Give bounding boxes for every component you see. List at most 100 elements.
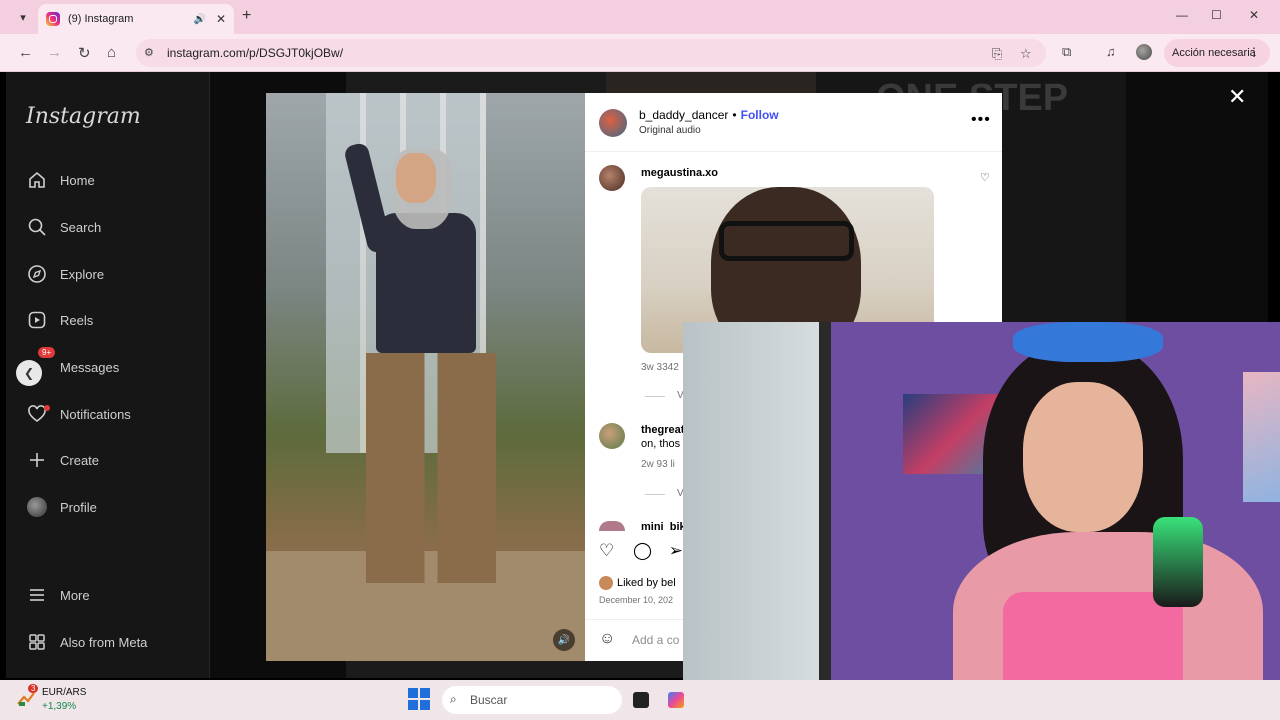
nav-more[interactable]: More [26, 581, 90, 609]
browser-tab[interactable]: (9) Instagram 🔊 ✕ [38, 4, 234, 34]
follow-button[interactable]: Follow [741, 108, 779, 122]
taskbar-search[interactable]: ⌕ Buscar [442, 686, 622, 714]
like-heart-icon[interactable]: ♡ [599, 541, 614, 560]
address-bar[interactable]: ⚙ instagram.com/p/DSGJT0kjOBw/ ⎘ ☆ [136, 39, 1046, 67]
share-send-icon[interactable]: ➢ [669, 541, 683, 560]
nav-label: Also from Meta [60, 634, 148, 650]
forward-icon[interactable]: → [47, 44, 62, 61]
post-actions: ♡ ◯ ➢ [599, 541, 683, 561]
post-video[interactable]: 🔊 [266, 93, 585, 661]
media-controls-icon[interactable]: ♫ [1106, 44, 1116, 59]
post-date: December 10, 202 [599, 595, 674, 605]
nav-explore[interactable]: Explore [26, 260, 104, 288]
screen: ▾ (9) Instagram 🔊 ✕ + — ☐ ✕ ← → ↻ ⌂ ⚙ in… [0, 0, 1280, 720]
bookmark-star-icon[interactable]: ☆ [1020, 46, 1032, 62]
nav-also-from-meta[interactable]: Also from Meta [26, 628, 147, 656]
nav-label: Reels [60, 312, 94, 328]
comment-avatar[interactable] [599, 165, 625, 191]
comment-avatar[interactable] [599, 521, 625, 531]
comment-avatar[interactable] [599, 423, 625, 449]
maximize-icon[interactable]: ☐ [1211, 8, 1222, 22]
add-comment-input[interactable]: Add a co [632, 633, 679, 647]
nav-profile[interactable]: Profile [26, 493, 97, 521]
site-info-icon[interactable]: ⚙ [144, 46, 154, 59]
view-replies-line [645, 494, 665, 495]
comment-username[interactable]: megaustina.xo [641, 167, 718, 179]
minimize-icon[interactable]: — [1176, 8, 1188, 22]
comment-meta: 2w 93 li [641, 459, 675, 470]
widget-badge: 3 [28, 684, 39, 693]
browser-profile-avatar[interactable] [1136, 44, 1152, 60]
windows-start-icon[interactable] [408, 688, 430, 710]
gif-glasses [719, 221, 854, 261]
url-text[interactable]: instagram.com/p/DSGJT0kjOBw/ [167, 46, 343, 60]
search-icon: ⌕ [450, 692, 457, 706]
webcam-overlay [683, 322, 1280, 720]
close-modal-icon[interactable]: ✕ [1228, 84, 1246, 110]
webcam-door [683, 322, 823, 720]
back-icon[interactable]: ← [18, 44, 33, 61]
nav-label: Create [60, 452, 100, 468]
new-tab-icon[interactable]: + [242, 7, 251, 25]
reload-icon[interactable]: ↻ [78, 44, 91, 62]
comment-username[interactable]: mini_bik [641, 521, 686, 531]
home-browser-icon[interactable]: ⌂ [107, 44, 116, 61]
webcam-poster [1243, 372, 1280, 502]
tab-audio-icon[interactable]: 🔊 [193, 14, 205, 25]
window-close-icon[interactable]: ✕ [1249, 8, 1259, 22]
comment-meta: 3w 3342 [641, 362, 679, 373]
browser-menu-icon[interactable]: ⋮ [1248, 45, 1260, 59]
nav-label: Messages [60, 359, 120, 375]
install-app-icon[interactable]: ⎘ [992, 46, 1002, 62]
webcam-hair-bow [1013, 322, 1163, 362]
author-username[interactable]: b_daddy_dancer [639, 108, 728, 122]
previous-post-chevron-left-icon[interactable]: ❮ [16, 360, 42, 386]
webcam-microphone [1153, 517, 1203, 607]
avatar-icon [26, 496, 48, 518]
comment-username[interactable]: thegreat [641, 424, 684, 436]
menu-icon [26, 584, 48, 606]
volume-icon[interactable]: 🔊 [553, 629, 575, 651]
nav-search[interactable]: Search [26, 213, 101, 241]
view-replies-line [645, 396, 665, 397]
tab-close-icon[interactable]: ✕ [216, 12, 226, 26]
emoji-icon[interactable]: ☺ [599, 630, 615, 648]
browser-toolbar: ← → ↻ ⌂ ⚙ instagram.com/p/DSGJT0kjOBw/ ⎘… [0, 34, 1280, 72]
extensions-icon[interactable]: ⧉ [1062, 44, 1071, 60]
copilot-icon[interactable] [668, 692, 684, 708]
liked-by-text[interactable]: Liked by bel [617, 577, 676, 589]
instagram-logo[interactable]: Instagram [26, 104, 141, 129]
plus-icon [26, 449, 48, 471]
home-icon [26, 169, 48, 191]
figure-legs [366, 353, 496, 583]
nav-label: More [60, 587, 90, 603]
ticker-name[interactable]: EUR/ARS [42, 687, 86, 698]
nav-label: Search [60, 219, 102, 235]
task-view-icon[interactable] [633, 692, 649, 708]
author-avatar[interactable] [599, 109, 627, 137]
nav-notifications[interactable]: Notifications [26, 400, 131, 428]
nav-create[interactable]: Create [26, 446, 99, 474]
header-divider [585, 151, 1002, 152]
nav-reels[interactable]: Reels [26, 306, 93, 334]
webcam-person-face [1023, 382, 1143, 532]
tab-search-button[interactable]: ▾ [10, 6, 36, 28]
nav-label: Home [60, 172, 95, 188]
nav-messages[interactable]: 9+ Messages [38, 347, 120, 381]
nav-label: Profile [60, 499, 97, 515]
comment-bubble-icon[interactable]: ◯ [633, 541, 652, 560]
header-separator: • [732, 108, 737, 122]
comment-text: on, thos [641, 438, 681, 450]
original-audio-link[interactable]: Original audio [639, 125, 701, 136]
action-needed-button[interactable]: Acción necesaria ⋮ [1164, 39, 1270, 67]
liked-by: Liked by bel [599, 576, 676, 590]
comment-like-heart-icon[interactable]: ♡ [980, 171, 990, 184]
more-options-icon[interactable]: ••• [971, 111, 991, 129]
meta-grid-icon [26, 631, 48, 653]
webcam-door-edge [819, 322, 831, 720]
nav-label: Notifications [60, 406, 131, 422]
notification-dot [44, 405, 50, 411]
nav-home[interactable]: Home [26, 166, 95, 194]
nav-label: Explore [60, 266, 105, 282]
figure-head [396, 153, 436, 203]
